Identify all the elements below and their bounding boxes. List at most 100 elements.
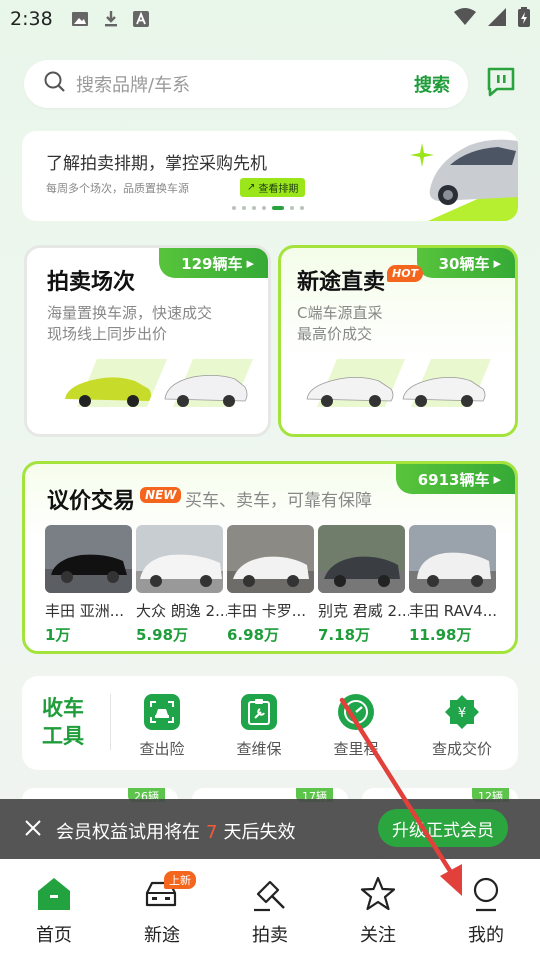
arrow-up-right-icon: ↗ — [247, 182, 256, 193]
new-badge: NEW — [140, 487, 182, 503]
search-bar[interactable]: 搜索品牌/车系 搜索 — [24, 60, 468, 108]
nav-label: 新途 — [144, 925, 180, 946]
car-price: 11.98万 — [409, 626, 472, 644]
svg-text:¥: ¥ — [458, 706, 466, 721]
status-bar: 2:38 — [0, 0, 540, 38]
check-maintenance-tool[interactable]: 查维保 — [219, 694, 299, 759]
signal-icon — [488, 8, 506, 30]
direct-desc-2: 最高价成交 — [297, 325, 373, 343]
car-price: 1万 — [45, 626, 71, 644]
direct-sale-card[interactable]: 30辆车 ▸ 新途直卖 HOT C端车源直采 最高价成交 — [278, 245, 518, 437]
play-arrow-icon: ▸ — [493, 254, 501, 272]
nav-xintu[interactable]: 上新 新途 — [122, 871, 202, 947]
tool-label: 查出险 — [139, 740, 185, 758]
direct-count-badge: 30辆车 ▸ — [416, 248, 515, 278]
nego-count-badge: 6913辆车 ▸ — [395, 464, 515, 494]
membership-expiry-toast: 会员权益试用将在 7 天后失效 升级正式会员 — [0, 799, 540, 859]
banner-subtitle: 每周多个场次，品质置换车源 — [46, 182, 189, 195]
car-list: 丰田 亚洲... 1万 大众 朗逸 2... 5.98万 丰田 卡罗... 6.… — [45, 525, 500, 645]
tool-label: 查里程 — [333, 740, 379, 758]
price-tag-icon: ¥ — [444, 694, 480, 730]
view-schedule-button[interactable]: ↗ 查看排期 — [240, 178, 306, 197]
car-thumbnail — [409, 525, 496, 593]
carousel-dot — [232, 206, 236, 210]
check-deal-price-tool[interactable]: ¥ 查成交价 — [422, 694, 502, 759]
car-price: 7.18万 — [318, 626, 371, 644]
car-name: 丰田 RAV4... — [409, 602, 497, 620]
nav-label: 关注 — [360, 925, 396, 946]
nav-label: 拍卖 — [252, 925, 288, 946]
nego-subtitle: 买车、卖车，可靠有保障 — [185, 491, 372, 511]
hot-badge: HOT — [387, 265, 424, 282]
car-name: 大众 朗逸 2... — [136, 602, 227, 620]
nego-count: 6913辆车 — [417, 470, 490, 489]
car-thumbnail — [136, 525, 223, 593]
nego-title: 议价交易 — [47, 489, 136, 514]
message-icon[interactable] — [486, 66, 516, 102]
status-time: 2:38 — [10, 8, 53, 30]
car-item[interactable]: 丰田 卡罗... 6.98万 — [227, 525, 318, 645]
speedometer-icon — [338, 694, 374, 730]
search-button[interactable]: 搜索 — [414, 71, 450, 97]
toast-text-after: 天后失效 — [223, 822, 296, 843]
user-icon — [446, 875, 526, 913]
carousel-dot-active — [272, 206, 284, 210]
upgrade-membership-button[interactable]: 升级正式会员 — [378, 809, 508, 847]
car-item[interactable]: 丰田 RAV4... 11.98万 — [409, 525, 500, 645]
tools-label: 收车工具 — [42, 696, 84, 748]
nav-home[interactable]: 首页 — [14, 875, 94, 947]
tools-divider — [110, 694, 111, 750]
auction-cars-image — [65, 359, 253, 407]
car-item[interactable]: 丰田 亚洲... 1万 — [45, 525, 136, 645]
car-price: 5.98万 — [136, 626, 189, 644]
battery-icon — [518, 7, 530, 31]
check-insurance-tool[interactable]: 查出险 — [122, 694, 202, 759]
auction-count-badge: 129辆车 ▸ — [159, 248, 268, 278]
car-name: 丰田 亚洲... — [45, 602, 125, 620]
auction-desc-1: 海量置换车源，快速成交 — [47, 304, 213, 322]
car-tools-card: 收车工具 查出险 查维保 查里程 ¥ 查成交价 — [22, 676, 518, 770]
carousel-dot — [252, 206, 256, 210]
car-thumbnail — [45, 525, 132, 593]
direct-desc-1: C端车源直采 — [297, 304, 383, 322]
font-app-icon — [132, 11, 149, 27]
direct-title: 新途直卖 — [297, 270, 386, 295]
auction-title: 拍卖场次 — [47, 270, 136, 295]
carousel-dot — [300, 206, 304, 210]
banner-title: 了解拍卖排期，掌控采购先机 — [46, 154, 267, 174]
toast-message: 会员权益试用将在 7 天后失效 — [56, 818, 295, 844]
play-arrow-icon: ▸ — [246, 254, 254, 272]
banner-car-illustration — [410, 139, 518, 221]
nav-label: 首页 — [36, 925, 72, 946]
auction-desc-2: 现场线上同步出价 — [47, 325, 168, 343]
nav-auction[interactable]: 拍卖 — [230, 875, 310, 947]
tool-label: 查维保 — [236, 740, 282, 758]
car-item[interactable]: 别克 君威 2... 7.18万 — [318, 525, 409, 645]
wifi-icon — [454, 8, 476, 30]
image-notification-icon — [71, 11, 89, 27]
close-icon[interactable] — [24, 819, 42, 841]
nav-label: 我的 — [468, 925, 504, 946]
nav-follow[interactable]: 关注 — [338, 875, 418, 947]
carousel-dot — [290, 206, 294, 210]
car-scan-icon — [144, 694, 180, 730]
gavel-icon — [230, 875, 310, 913]
car-name: 别克 君威 2... — [318, 602, 409, 620]
search-input[interactable]: 搜索品牌/车系 — [76, 71, 414, 97]
view-schedule-label: 查看排期 — [258, 184, 299, 195]
clipboard-wrench-icon — [241, 694, 277, 730]
nav-new-badge: 上新 — [164, 871, 196, 889]
car-item[interactable]: 大众 朗逸 2... 5.98万 — [136, 525, 227, 645]
search-icon — [44, 71, 66, 97]
auction-sessions-card[interactable]: 129辆车 ▸ 拍卖场次 海量置换车源，快速成交 现场线上同步出价 — [24, 245, 271, 437]
carousel-dot — [262, 206, 266, 210]
check-mileage-tool[interactable]: 查里程 — [316, 694, 396, 759]
auction-schedule-banner[interactable]: 了解拍卖排期，掌控采购先机 每周多个场次，品质置换车源 ↗ 查看排期 — [22, 131, 518, 221]
direct-cars-image — [306, 359, 491, 407]
negotiation-trade-card[interactable]: 6913辆车 ▸ 议价交易 NEW 买车、卖车，可靠有保障 丰田 亚洲... 1… — [22, 461, 518, 654]
auction-count: 129辆车 — [181, 254, 243, 273]
car-thumbnail — [227, 525, 314, 593]
nav-mine[interactable]: 我的 — [446, 875, 526, 947]
car-outline-icon: 上新 — [122, 871, 202, 913]
toast-text-before: 会员权益试用将在 — [56, 822, 200, 843]
